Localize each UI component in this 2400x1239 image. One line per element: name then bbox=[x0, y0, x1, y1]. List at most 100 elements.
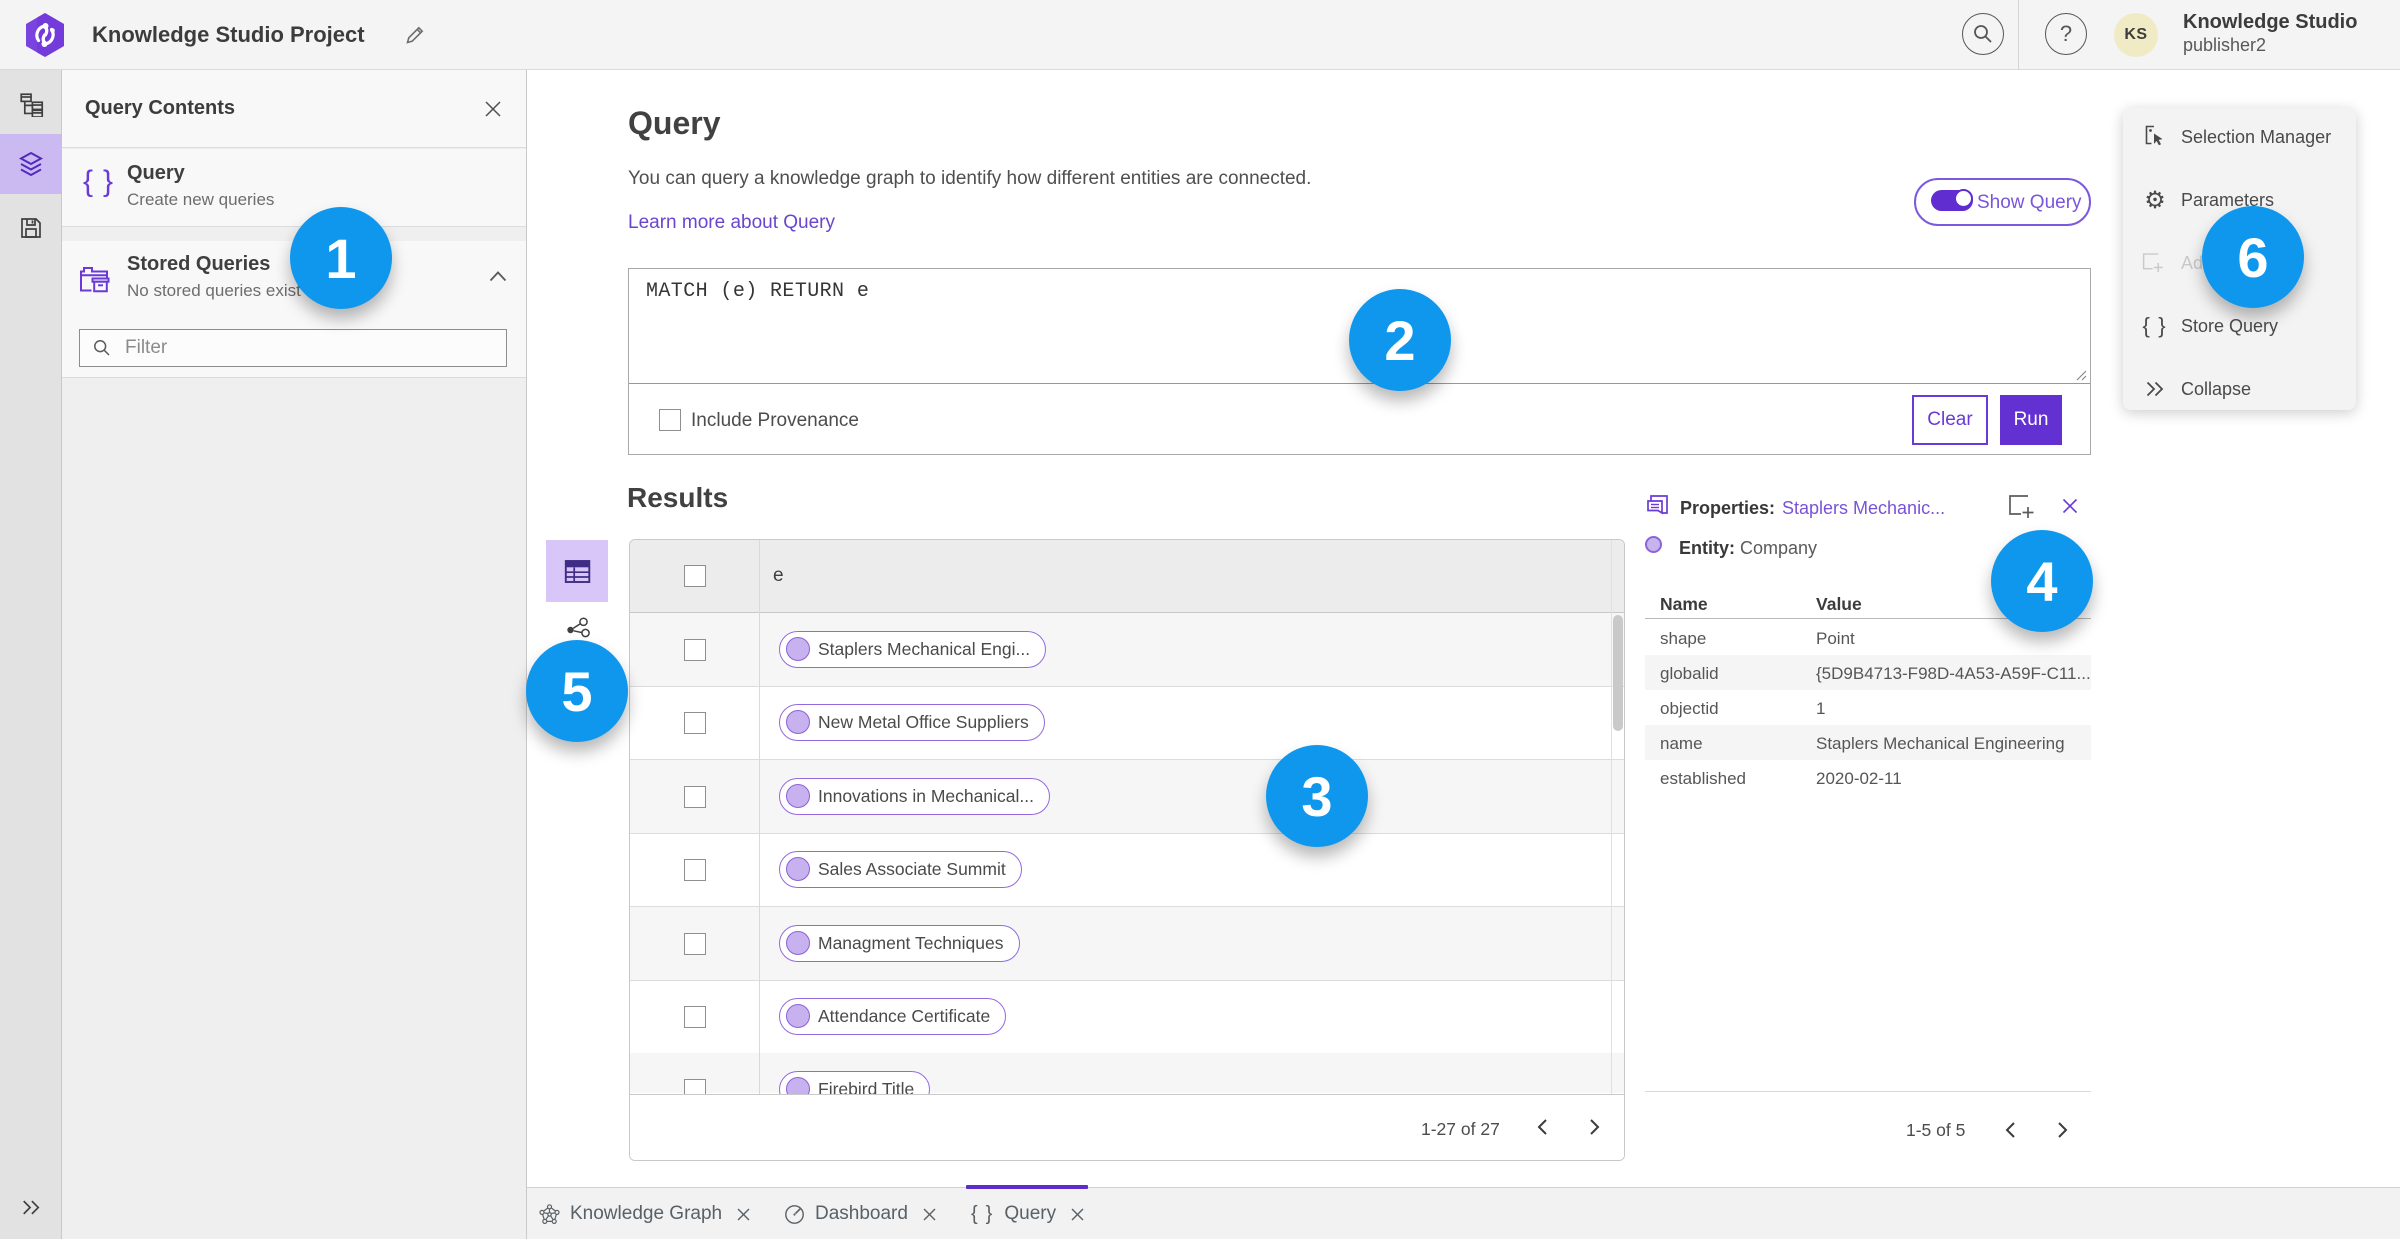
entity-pill[interactable]: Staplers Mechanical Engi... bbox=[779, 631, 1047, 668]
menu-item-store-query[interactable]: { } Store Query bbox=[2123, 299, 2356, 353]
tab-close-icon[interactable] bbox=[736, 1207, 751, 1222]
results-prev-page-button[interactable] bbox=[1528, 1113, 1556, 1141]
menu-item-collapse[interactable]: Collapse bbox=[2123, 362, 2356, 416]
tab-query[interactable]: { } Query bbox=[971, 1188, 1085, 1239]
menu-item-label: Store Query bbox=[2181, 316, 2279, 336]
help-button[interactable]: ? bbox=[2045, 13, 2087, 55]
entity-pill[interactable]: Sales Associate Summit bbox=[779, 851, 1022, 889]
filter-placeholder: Filter bbox=[125, 337, 168, 358]
edit-title-pencil-icon[interactable] bbox=[404, 24, 426, 46]
toggle-knob bbox=[1954, 189, 1973, 208]
chevron-up-icon[interactable] bbox=[489, 271, 507, 282]
avatar[interactable]: KS bbox=[2114, 13, 2158, 57]
entity-label: Entity: bbox=[1679, 538, 1735, 558]
search-icon bbox=[1974, 25, 1992, 43]
query-item-description: Create new queries bbox=[127, 190, 275, 209]
save-icon bbox=[21, 218, 41, 238]
properties-entity-link[interactable]: Staplers Mechanic... bbox=[1782, 498, 1945, 519]
add-to-map-icon[interactable] bbox=[2008, 494, 2040, 520]
prop-value: Staplers Mechanical Engineering bbox=[1816, 734, 2065, 753]
run-button[interactable]: Run bbox=[2000, 395, 2062, 445]
row-checkbox[interactable] bbox=[684, 1006, 706, 1028]
search-button[interactable] bbox=[1962, 13, 2004, 55]
tab-dashboard[interactable]: Dashboard bbox=[784, 1188, 937, 1239]
properties-close-button[interactable] bbox=[2060, 496, 2082, 518]
entity-pill[interactable]: Innovations in Mechanical... bbox=[779, 777, 1050, 815]
tab-close-icon[interactable] bbox=[922, 1207, 937, 1222]
callout-badge-2: 2 bbox=[1349, 289, 1451, 391]
stored-queries-label: Stored Queries bbox=[127, 253, 271, 275]
entity-pill[interactable]: Attendance Certificate bbox=[779, 998, 1007, 1035]
page-title: Query bbox=[628, 105, 721, 141]
knowledge-graph-icon bbox=[539, 1203, 560, 1224]
row-checkbox[interactable] bbox=[684, 712, 706, 735]
entity-pill-label: Managment Techniques bbox=[818, 932, 1004, 953]
query-contents-header: Query Contents bbox=[62, 70, 526, 148]
prop-name: globalid bbox=[1660, 664, 1719, 683]
prop-value: Point bbox=[1816, 629, 1855, 648]
table-row[interactable]: Sales Associate Summit bbox=[630, 833, 1624, 908]
row-checkbox[interactable] bbox=[684, 785, 706, 808]
properties-prev-page-button[interactable] bbox=[1996, 1116, 2024, 1144]
row-checkbox[interactable] bbox=[684, 932, 706, 955]
callout-badge-4: 4 bbox=[1991, 530, 2093, 632]
user-role: publisher2 bbox=[2183, 35, 2267, 55]
prop-col-value: Value bbox=[1816, 594, 1862, 614]
entity-dot-icon bbox=[786, 930, 810, 955]
prop-value: 1 bbox=[1816, 699, 1826, 718]
braces-icon: { } bbox=[971, 1202, 995, 1225]
table-row[interactable]: Firebird Title bbox=[630, 1053, 1624, 1109]
table-row[interactable]: Staplers Mechanical Engi... bbox=[630, 613, 1624, 687]
include-provenance-checkbox[interactable] bbox=[659, 409, 681, 431]
prop-name: established bbox=[1660, 769, 1747, 788]
table-scrollbar[interactable] bbox=[1613, 615, 1623, 731]
tab-knowledge-graph[interactable]: Knowledge Graph bbox=[539, 1188, 751, 1239]
results-next-page-button[interactable] bbox=[1580, 1113, 1608, 1141]
rail-item-data-model[interactable] bbox=[0, 74, 62, 134]
callout-badge-5: 5 bbox=[526, 640, 628, 742]
prop-name: shape bbox=[1660, 629, 1707, 648]
rail-item-save[interactable] bbox=[0, 198, 62, 258]
active-tab-indicator bbox=[966, 1185, 1088, 1189]
resize-handle[interactable] bbox=[2073, 367, 2087, 381]
select-all-checkbox[interactable] bbox=[684, 565, 706, 587]
entity-pill[interactable]: Managment Techniques bbox=[779, 924, 1020, 962]
entity-pill-label: New Metal Office Suppliers bbox=[818, 712, 1029, 733]
results-table: e Staplers Mechanical Engi... New Metal … bbox=[629, 539, 1625, 1161]
rail-item-contents[interactable] bbox=[0, 134, 62, 194]
row-checkbox[interactable] bbox=[684, 639, 706, 661]
table-row[interactable]: Innovations in Mechanical... bbox=[630, 759, 1624, 834]
table-row[interactable]: Attendance Certificate bbox=[630, 980, 1624, 1054]
knowledge-studio-logo-icon bbox=[26, 13, 64, 57]
table-view-button[interactable] bbox=[546, 540, 608, 602]
sidebar-item-query[interactable]: { } Query Create new queries bbox=[62, 149, 526, 227]
entity-pill[interactable]: New Metal Office Suppliers bbox=[779, 704, 1045, 742]
clear-button[interactable]: Clear bbox=[1912, 395, 1988, 445]
entity-type-icon bbox=[1645, 536, 1662, 553]
top-bar: Knowledge Studio Project ? KS Knowledge … bbox=[0, 0, 2400, 70]
prop-value: {5D9B4713-F98D-4A53-A59F-C11... bbox=[1816, 664, 2091, 683]
filter-search-icon bbox=[94, 340, 110, 356]
callout-badge-3: 3 bbox=[1266, 745, 1368, 847]
entity-pill-label: Sales Associate Summit bbox=[818, 859, 1006, 880]
properties-next-page-button[interactable] bbox=[2048, 1116, 2076, 1144]
callout-badge-1: 1 bbox=[290, 207, 392, 309]
row-checkbox[interactable] bbox=[684, 859, 706, 882]
menu-item-selection-manager[interactable]: Selection Manager bbox=[2123, 110, 2356, 164]
query-item-label: Query bbox=[127, 162, 185, 184]
close-icon bbox=[2062, 498, 2078, 514]
properties-pagination-label: 1-5 of 5 bbox=[1906, 1120, 1966, 1140]
tab-label: Dashboard bbox=[815, 1203, 908, 1224]
learn-more-link[interactable]: Learn more about Query bbox=[628, 212, 835, 234]
filter-input[interactable]: Filter bbox=[79, 329, 507, 367]
entity-pill-label: Innovations in Mechanical... bbox=[818, 785, 1034, 806]
panel-close-button[interactable] bbox=[480, 96, 506, 122]
chevron-left-icon bbox=[2005, 1122, 2015, 1138]
tab-close-icon[interactable] bbox=[1070, 1207, 1085, 1222]
table-row[interactable]: New Metal Office Suppliers bbox=[630, 686, 1624, 761]
table-row[interactable]: Managment Techniques bbox=[630, 906, 1624, 981]
close-icon bbox=[485, 101, 501, 117]
rail-expand-button[interactable] bbox=[0, 1177, 62, 1237]
column-divider bbox=[759, 540, 760, 1094]
show-query-toggle[interactable]: Show Query bbox=[1914, 178, 2091, 226]
